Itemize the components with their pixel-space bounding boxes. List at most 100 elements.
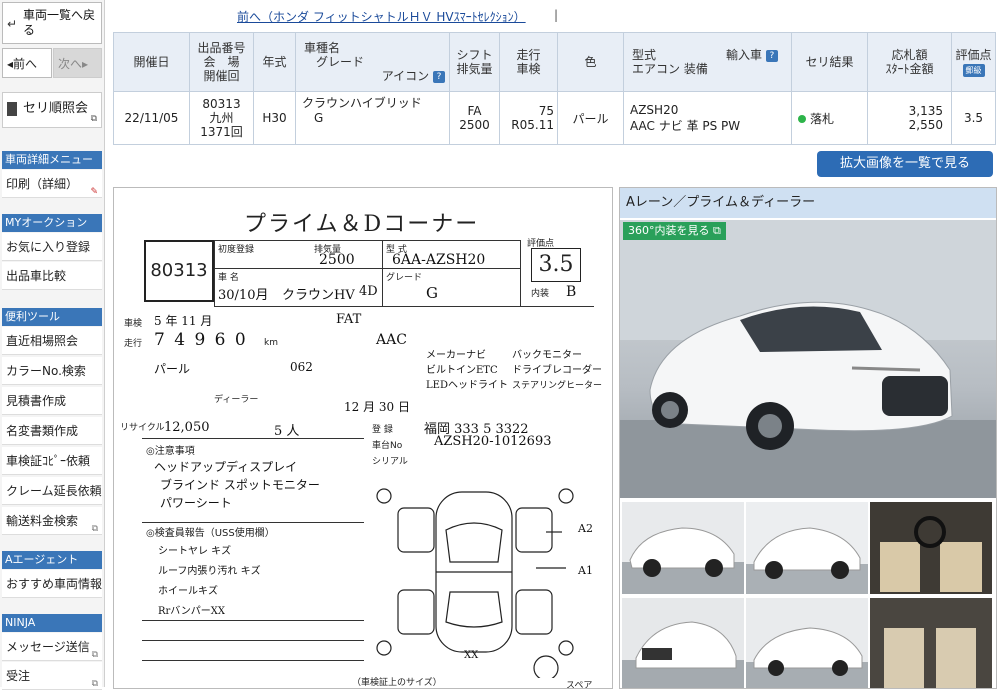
cell-lot: 80313 九州 1371回 bbox=[189, 91, 254, 145]
sheet-grade-label: グレード bbox=[386, 273, 423, 283]
sheet-dealer: ディーラー bbox=[214, 395, 259, 405]
sheet-mileage: 7 4 9 6 0 bbox=[154, 330, 248, 350]
sheet-sales-points: メーカーナビ バックモニター ビルトインETC ドライブレコーダー LEDヘッドライ… bbox=[426, 346, 606, 391]
sheet-inspection-label: ◎検査員報告（USS使用欄） bbox=[146, 528, 275, 539]
cell-color: パール bbox=[557, 91, 624, 145]
sheet-shift: FAT bbox=[336, 312, 362, 327]
sales-point: ステアリングヒーター bbox=[512, 381, 603, 391]
cell-type: AZSH20 AAC ナビ 革 PS PW bbox=[623, 91, 792, 145]
help-icon[interactable]: ? bbox=[765, 49, 778, 62]
thumb-photo-5[interactable] bbox=[746, 598, 868, 688]
menu-cert-copy[interactable]: 車検証ｺﾋﾟｰ依頼 bbox=[2, 447, 102, 475]
menu-favorite[interactable]: お気に入り登録 bbox=[2, 233, 102, 261]
auction-sheet-image[interactable]: プライム＆Dコーナー 80313 評価点 3.5 内装 B 初度登録 排気量 2… bbox=[113, 187, 613, 689]
menu-estimate[interactable]: 見積書作成 bbox=[2, 387, 102, 415]
car-photo-graphic bbox=[620, 220, 996, 498]
sheet-color: パール bbox=[154, 362, 191, 376]
sheet-chassis: AZSH20-1012693 bbox=[434, 434, 552, 449]
header-price: 応札額 ｽﾀｰﾄ金額 bbox=[867, 32, 952, 92]
header-result: セリ結果 bbox=[791, 32, 868, 92]
external-link-icon: ⧉ bbox=[91, 679, 98, 689]
next-button[interactable]: 次へ▸ bbox=[53, 48, 102, 78]
enlarge-images-button[interactable]: 拡大画像を一覧で見る bbox=[817, 151, 993, 177]
main-car-photo[interactable] bbox=[620, 220, 996, 498]
menu-print-detail[interactable]: 印刷（詳細） ✎ bbox=[2, 170, 102, 198]
score-detail-badge[interactable]: 郵級 bbox=[962, 63, 985, 77]
sheet-first-reg: 30/10月 bbox=[218, 288, 269, 303]
sheet-shaken: 5 年 11 月 bbox=[154, 314, 213, 328]
external-link-icon: ⧉ bbox=[713, 224, 721, 237]
sales-point: バックモニター bbox=[512, 350, 582, 361]
thumb-photo-4[interactable] bbox=[622, 598, 744, 688]
thumb-photo-1[interactable] bbox=[622, 502, 744, 594]
header-inspection-label: 車検 bbox=[516, 62, 541, 76]
menu-order[interactable]: 受注 ⧉ bbox=[2, 662, 102, 690]
auction-order-label: セリ順照会 bbox=[23, 101, 89, 116]
cell-inspection: R05.11 bbox=[511, 118, 554, 132]
menu-order-label: 受注 bbox=[6, 669, 31, 683]
vehicle-info-table: 開催日 出品番号 会 場 開催回 年式 車種名 グレード アイコン ? シフト … bbox=[113, 32, 996, 145]
cell-start: 2,550 bbox=[908, 118, 943, 132]
menu-shipping-fee[interactable]: 輸送料金検索 ⧉ bbox=[2, 507, 102, 535]
return-arrow-icon: ↵ bbox=[7, 17, 18, 31]
status-dot-icon bbox=[798, 115, 806, 123]
menu-recommended[interactable]: おすすめ車両情報 bbox=[2, 570, 102, 598]
cell-model-name: クラウンハイブリッド bbox=[302, 96, 422, 110]
cell-session: 1371回 bbox=[200, 125, 243, 139]
cell-displacement: 2500 bbox=[459, 118, 490, 132]
menu-color-search[interactable]: カラーNo.検索 bbox=[2, 357, 102, 385]
section-agent: Aエージェント bbox=[2, 551, 102, 569]
thumb-graphic bbox=[622, 621, 744, 688]
sheet-serial-label: シリアル bbox=[372, 457, 408, 467]
document-icon bbox=[7, 102, 17, 116]
header-result-label: セリ結果 bbox=[805, 55, 854, 69]
thumb-graphic bbox=[746, 627, 868, 688]
header-score-label: 評価点 bbox=[955, 47, 992, 62]
sidebar: ↵ 車両一覧へ戻る ◂前へ 次へ▸ セリ順照会 ⧉ 車両詳細メニュー 印刷（詳細… bbox=[0, 0, 105, 690]
prev-vehicle-link[interactable]: 前へ（ホンダ フィットシャトルＨＶ HVｽﾏｰﾄｾﾚｸｼｮﾝ） bbox=[237, 8, 526, 25]
prev-button[interactable]: ◂前へ bbox=[2, 48, 52, 78]
help-icon[interactable]: ? bbox=[433, 70, 445, 83]
header-model: 車種名 グレード アイコン ? bbox=[295, 32, 450, 92]
sales-point: メーカーナビ bbox=[426, 350, 486, 361]
sheet-date-end: 12 月 30 日 bbox=[344, 400, 410, 414]
header-session-label: 開催回 bbox=[203, 69, 240, 83]
sheet-mileage-unit: km bbox=[264, 338, 278, 348]
sheet-mileage-label: 走行 bbox=[124, 339, 143, 349]
thumb-photo-3[interactable] bbox=[870, 502, 992, 594]
thumb-graphic bbox=[746, 527, 868, 594]
sheet-inspector-note: RrバンパーXX bbox=[158, 606, 226, 617]
view-360-button[interactable]: 360°内装を見る ⧉ bbox=[623, 222, 726, 240]
sheet-inspector-note: ホイールキズ bbox=[158, 586, 218, 597]
header-shift-label: シフト bbox=[456, 48, 493, 62]
sheet-title: プライム＆Dコーナー bbox=[244, 212, 480, 237]
sheet-notes-label: ◎注意事項 bbox=[146, 446, 195, 457]
auction-order-button[interactable]: セリ順照会 ⧉ bbox=[2, 92, 102, 128]
thumb-photo-6[interactable] bbox=[870, 598, 992, 688]
menu-compare[interactable]: 出品車比較 bbox=[2, 262, 102, 290]
cell-model: クラウンハイブリッド G bbox=[295, 91, 450, 145]
menu-claim-extension[interactable]: クレーム延長依頼 bbox=[2, 477, 102, 505]
thumb-photo-2[interactable] bbox=[746, 502, 868, 594]
header-displacement-label: 排気量 bbox=[456, 62, 493, 76]
menu-send-message[interactable]: メッセージ送信 ⧉ bbox=[2, 633, 102, 661]
cell-shift: FA 2500 bbox=[449, 91, 500, 145]
section-ninja: NINJA bbox=[2, 614, 102, 632]
sales-point: ドライブレコーダー bbox=[512, 365, 602, 376]
cell-venue: 九州 bbox=[209, 111, 234, 125]
back-to-list-button[interactable]: ↵ 車両一覧へ戻る bbox=[2, 2, 102, 44]
menu-print-detail-label: 印刷（詳細） bbox=[6, 177, 79, 191]
external-link-icon: ⧉ bbox=[91, 524, 98, 534]
sheet-interior: B bbox=[566, 284, 577, 300]
cell-equipment: AAC ナビ 革 PS PW bbox=[630, 118, 741, 133]
header-mileage-label: 走行 bbox=[516, 48, 541, 62]
sheet-inspector-note: シートヤレ キズ bbox=[158, 546, 232, 557]
table-row: 22/11/05 80313 九州 1371回 H30 クラウンハイブリッド G… bbox=[113, 91, 996, 145]
menu-market-price[interactable]: 直近相場照会 bbox=[2, 327, 102, 355]
prev-next-nav: ◂前へ 次へ▸ bbox=[2, 48, 102, 78]
sheet-chassis-label: 車台No bbox=[372, 441, 403, 451]
sheet-first-reg-label: 初度登録 bbox=[218, 245, 255, 255]
sales-point: ビルトインETC bbox=[426, 365, 498, 376]
header-year: 年式 bbox=[253, 32, 296, 92]
menu-name-change[interactable]: 名変書類作成 bbox=[2, 417, 102, 445]
